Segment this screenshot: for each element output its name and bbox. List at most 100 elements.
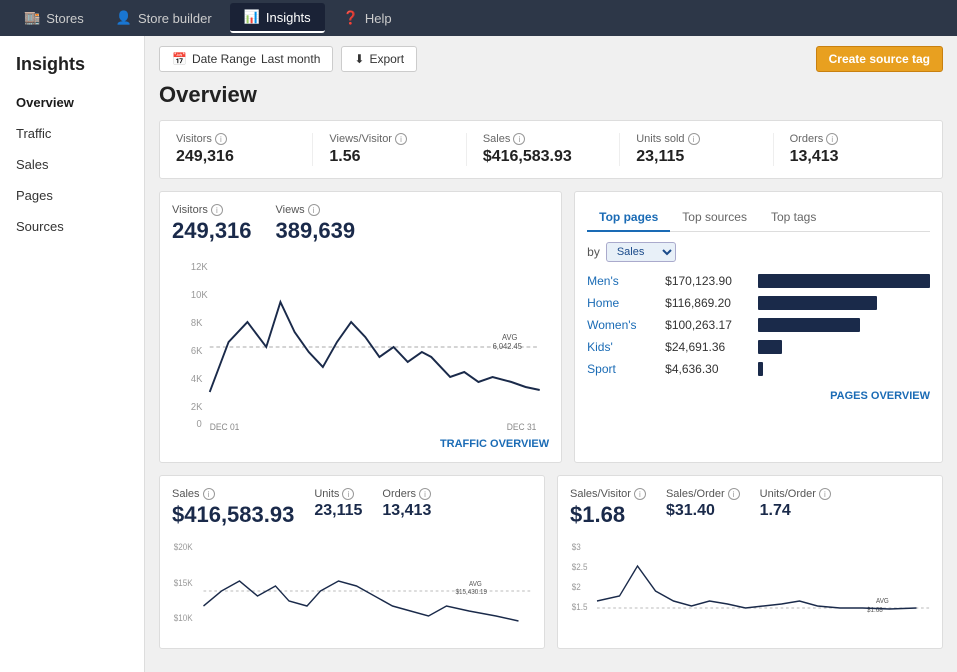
stats-bar: Visitors i 249,316 Views/Visitor i 1.56 … [159, 120, 943, 179]
svg-text:12K: 12K [191, 262, 208, 273]
page-bar-womens [758, 318, 859, 332]
page-name-mens[interactable]: Men's [587, 274, 657, 288]
views-metric: Views i 389,639 [276, 204, 356, 244]
units-sold-value: 23,115 [636, 148, 756, 166]
sidebar-item-pages[interactable]: Pages [0, 180, 144, 211]
views-visitor-value: 1.56 [329, 148, 449, 166]
svg-text:AVG: AVG [502, 333, 517, 342]
svg-text:2K: 2K [191, 402, 203, 413]
units-metric: Units i 23,115 [314, 488, 362, 528]
store-builder-icon: 👤 [116, 10, 132, 26]
svg-text:$2.5: $2.5 [572, 562, 588, 573]
orders-metric: Orders i 13,413 [382, 488, 431, 528]
page-title: Overview [159, 82, 943, 108]
views-chart-value: 389,639 [276, 218, 356, 244]
date-range-button[interactable]: 📅 Date Range Last month [159, 46, 333, 72]
page-bar-container-kids [758, 340, 930, 354]
pages-overview-link[interactable]: PAGES OVERVIEW [830, 390, 930, 402]
page-name-kids[interactable]: Kids' [587, 340, 657, 354]
content-area: 📅 Date Range Last month ⬇ Export Create … [145, 36, 957, 672]
tab-top-tags[interactable]: Top tags [759, 204, 828, 232]
units-chart-value: 23,115 [314, 502, 362, 520]
sales-visitor-info-icon[interactable]: i [634, 488, 646, 500]
top-pages-card: Top pages Top sources Top tags by Sales … [574, 191, 943, 463]
sales-value: $416,583.93 [483, 148, 603, 166]
ratio-chart-area: $3 $2.5 $2 $1.5 AVG $1.68 [570, 536, 930, 636]
visitors-chart-info-icon[interactable]: i [211, 204, 223, 216]
traffic-overview-link[interactable]: TRAFFIC OVERVIEW [440, 438, 549, 450]
sales-chart-card: Sales i $416,583.93 Units i 23,115 [159, 475, 545, 649]
svg-text:DEC 31: DEC 31 [507, 422, 537, 432]
page-bar-container-sport [758, 362, 930, 376]
svg-text:8K: 8K [191, 318, 203, 329]
sidebar-item-sales[interactable]: Sales [0, 149, 144, 180]
orders-chart-info-icon[interactable]: i [419, 488, 431, 500]
sales-order-metric: Sales/Order i $31.40 [666, 488, 740, 528]
svg-text:$10K: $10K [174, 613, 193, 624]
svg-text:10K: 10K [191, 290, 208, 301]
orders-value: 13,413 [790, 148, 910, 166]
nav-item-help[interactable]: ❓ Help [329, 4, 406, 32]
svg-text:$2: $2 [572, 582, 581, 593]
export-label: Export [369, 52, 404, 66]
svg-text:$15K: $15K [174, 578, 193, 589]
sales-metric: Sales i $416,583.93 [172, 488, 294, 528]
tab-top-sources[interactable]: Top sources [670, 204, 759, 232]
page-name-womens[interactable]: Women's [587, 318, 657, 332]
page-bar-home [758, 296, 877, 310]
stores-icon: 🏬 [24, 10, 40, 26]
sales-chart-info-icon[interactable]: i [203, 488, 215, 500]
sales-chart-value: $416,583.93 [172, 502, 294, 528]
svg-text:$20K: $20K [174, 542, 193, 553]
nav-item-insights[interactable]: 📊 Insights [230, 3, 325, 33]
create-source-tag-button[interactable]: Create source tag [816, 46, 943, 72]
units-order-value: 1.74 [760, 502, 831, 520]
views-visitor-info-icon[interactable]: i [395, 133, 407, 145]
units-info-icon[interactable]: i [688, 133, 700, 145]
svg-text:0: 0 [197, 419, 203, 430]
page-value-mens: $170,123.90 [665, 274, 750, 288]
page-bar-mens [758, 274, 930, 288]
chart-footer: TRAFFIC OVERVIEW [172, 436, 549, 450]
page-value-home: $116,869.20 [665, 296, 750, 310]
units-chart-info-icon[interactable]: i [342, 488, 354, 500]
export-button[interactable]: ⬇ Export [341, 46, 417, 72]
page-row-home: Home $116,869.20 [587, 292, 930, 314]
ratio-chart-card: Sales/Visitor i $1.68 Sales/Order i $31.… [557, 475, 943, 649]
visitors-metric: Visitors i 249,316 [172, 204, 252, 244]
date-range-value: Last month [261, 52, 320, 66]
main-layout: Insights Overview Traffic Sales Pages So… [0, 36, 957, 672]
page-bar-sport [758, 362, 763, 376]
tab-top-pages[interactable]: Top pages [587, 204, 670, 232]
sales-order-info-icon[interactable]: i [728, 488, 740, 500]
page-value-womens: $100,263.17 [665, 318, 750, 332]
visitors-chart-value: 249,316 [172, 218, 252, 244]
svg-text:$1.5: $1.5 [572, 602, 588, 613]
sidebar-item-sources[interactable]: Sources [0, 211, 144, 242]
orders-info-icon[interactable]: i [826, 133, 838, 145]
page-name-sport[interactable]: Sport [587, 362, 657, 376]
sales-info-icon[interactable]: i [513, 133, 525, 145]
page-value-sport: $4,636.30 [665, 362, 750, 376]
sidebar-item-traffic[interactable]: Traffic [0, 118, 144, 149]
chart-header: Visitors i 249,316 Views i 389,639 [172, 204, 549, 244]
visitors-value: 249,316 [176, 148, 296, 166]
nav-item-store-builder[interactable]: 👤 Store builder [102, 4, 226, 32]
stat-units-sold: Units sold i 23,115 [620, 133, 773, 166]
units-order-info-icon[interactable]: i [819, 488, 831, 500]
page-bar-container-womens [758, 318, 930, 332]
svg-text:AVG: AVG [876, 598, 889, 605]
sidebar-item-overview[interactable]: Overview [0, 87, 144, 118]
nav-item-stores[interactable]: 🏬 Stores [10, 4, 98, 32]
date-range-label: Date Range [192, 52, 256, 66]
by-select[interactable]: Sales Visitors Views [606, 242, 676, 262]
svg-text:6,042.45: 6,042.45 [493, 342, 522, 351]
visitors-chart-card: Visitors i 249,316 Views i 389,639 [159, 191, 562, 463]
views-chart-info-icon[interactable]: i [308, 204, 320, 216]
calendar-icon: 📅 [172, 52, 187, 66]
units-order-metric: Units/Order i 1.74 [760, 488, 831, 528]
visitors-info-icon[interactable]: i [215, 133, 227, 145]
pages-list: Men's $170,123.90 Home $116,869.20 [587, 270, 930, 380]
page-name-home[interactable]: Home [587, 296, 657, 310]
svg-text:DEC 01: DEC 01 [210, 422, 240, 432]
